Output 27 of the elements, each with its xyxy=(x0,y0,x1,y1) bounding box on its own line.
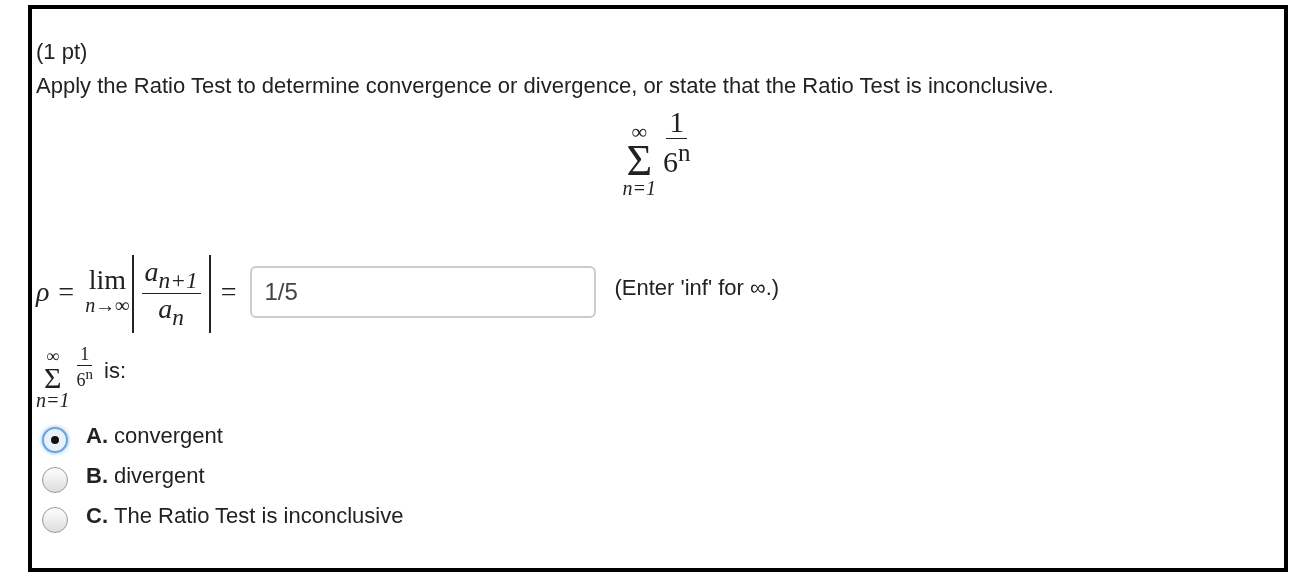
numerator: 1 xyxy=(666,105,688,139)
equals-sign: = xyxy=(220,275,237,308)
infinity-symbol: ∞ xyxy=(46,346,60,365)
radio-button[interactable] xyxy=(42,467,68,493)
instruction-text: Apply the Ratio Test to determine convergence or divergence, or state that the Ratio Test is inconclusive. xyxy=(36,72,1055,100)
option-label[interactable]: A. convergent xyxy=(86,423,223,449)
answer-field[interactable]: 1/5 xyxy=(250,265,597,318)
rho-equals: ρ = xyxy=(36,275,76,308)
sum-index: n=1 xyxy=(36,390,70,410)
points-label: (1 pt) xyxy=(36,38,89,66)
hint-text: (Enter 'inf' for ∞.) xyxy=(614,274,780,301)
option-label[interactable]: B. divergent xyxy=(86,463,205,489)
radio-button[interactable] xyxy=(42,427,68,453)
infinity-symbol: ∞ xyxy=(631,121,648,143)
denominator: 6$^{n}$ xyxy=(662,139,692,178)
limit-subscript: n→∞ xyxy=(85,294,130,318)
sigma-symbol: Σ xyxy=(44,364,62,390)
denominator: 6$^{n}$ xyxy=(75,366,94,392)
denominator: a$_{n}$ xyxy=(157,294,185,331)
option-label[interactable]: C. The Ratio Test is inconclusive xyxy=(86,503,404,529)
numerator: a$_{n+1}$ xyxy=(141,257,201,295)
question-text: is: xyxy=(104,358,126,385)
sigma-symbol: Σ xyxy=(626,143,653,179)
lim-operator: lim xyxy=(88,266,127,295)
radio-button[interactable] xyxy=(42,507,68,533)
numerator: 1 xyxy=(77,345,93,367)
sum-index: n=1 xyxy=(622,178,656,199)
